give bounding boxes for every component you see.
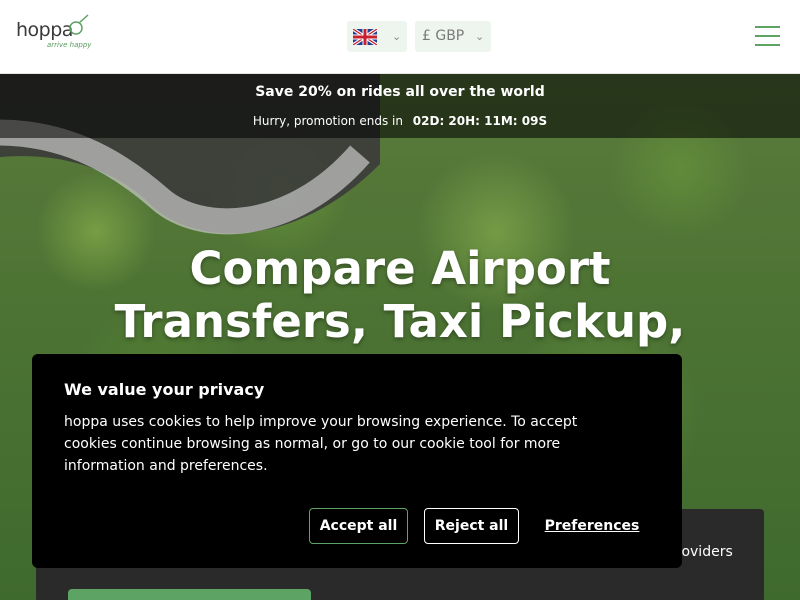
cookie-body: hoppa uses cookies to help improve your … [64, 414, 578, 474]
uk-flag-icon [353, 29, 377, 45]
search-panel-text: roviders [676, 544, 733, 560]
site-header: hoppa arrive happy ⌄ £ GBP ⌄ [0, 0, 800, 74]
promo-countdown: 02D: 20H: 11M: 09S [412, 114, 548, 128]
chevron-down-icon: ⌄ [392, 30, 402, 43]
promo-banner: Save 20% on rides all over the world Hur… [0, 74, 800, 138]
cookie-consent-dialog: We value your privacy hoppa uses cookies… [32, 354, 682, 568]
logo-tagline: arrive happy [47, 41, 92, 49]
currency-label: £ GBP [422, 28, 465, 44]
hero-title-line-1: Compare Airport [189, 242, 611, 295]
promo-subtitle: Hurry, promotion ends in [252, 114, 403, 128]
promo-countdown-line: Hurry, promotion ends in 02D: 20H: 11M: … [0, 114, 800, 128]
hero-title-line-2: Transfers, Taxi Pickup, [114, 295, 686, 348]
language-selector[interactable]: ⌄ [347, 21, 407, 52]
chevron-down-icon: ⌄ [475, 30, 485, 43]
hoppa-logo[interactable]: hoppa arrive happy [16, 14, 96, 54]
preferences-link[interactable]: Preferences [545, 508, 640, 544]
currency-selector[interactable]: £ GBP ⌄ [415, 21, 491, 52]
logo-pin-icon [69, 14, 89, 35]
promo-title: Save 20% on rides all over the world [255, 84, 545, 100]
search-button[interactable] [68, 589, 311, 600]
logo-wordmark: hoppa [16, 19, 73, 41]
accept-all-button[interactable]: Accept all [309, 508, 408, 544]
hamburger-menu-icon[interactable] [755, 26, 780, 46]
reject-all-button[interactable]: Reject all [424, 508, 519, 544]
cookie-title: We value your privacy [64, 380, 265, 399]
hero-title: Compare Airport Transfers, Taxi Pickup, [0, 242, 800, 348]
